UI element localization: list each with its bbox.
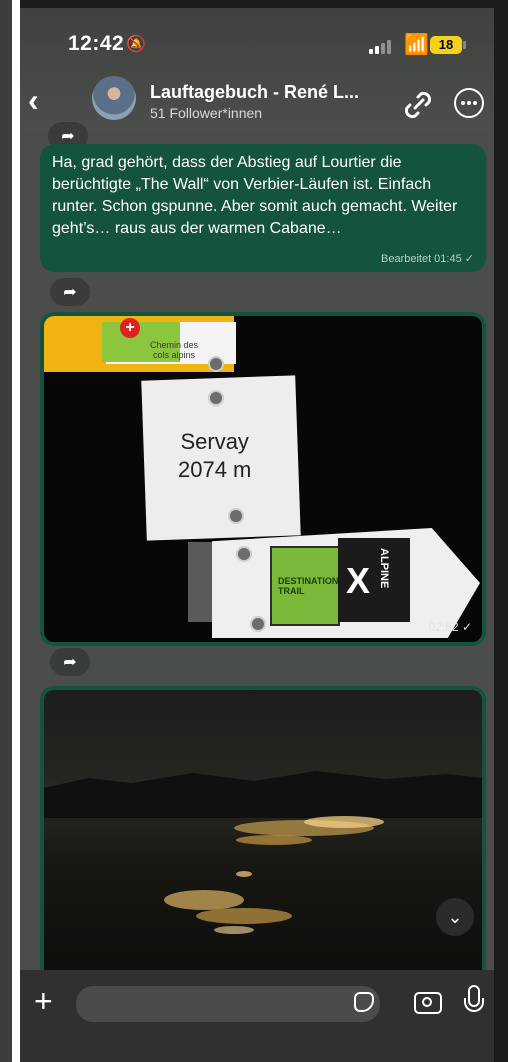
battery-tip [463,41,466,49]
status-time: 12:42 [68,32,125,55]
sign-top-text: Chemin des cols alpins [149,340,199,360]
background-left [0,0,12,1062]
swiss-cross-icon: + [120,318,140,338]
chat-screen: 12:42 🔕 📶 18 ‹ Lauftagebuch - René L... … [20,8,494,1062]
link-icon[interactable] [401,88,435,122]
x-icon: X [346,560,371,601]
share-icon[interactable]: ➦ [50,278,90,306]
message-input[interactable] [76,986,380,1022]
plus-icon[interactable]: + [34,984,53,1018]
app-header: 12:42 🔕 📶 18 ‹ Lauftagebuch - René L... … [20,8,494,132]
follower-count[interactable]: 51 Follower*innen [150,105,262,121]
share-icon[interactable]: ➦ [50,648,90,676]
mic-stand [464,998,484,1012]
signal-icon [369,38,399,54]
bolt [208,390,224,406]
silent-bell-icon: 🔕 [126,36,146,53]
signpost-photo[interactable]: + Chemin des cols alpins Servay 2074 m D… [44,316,482,642]
logo-text: DESTINATION TRAIL [278,576,339,596]
village-lights [164,816,384,934]
message-text: Ha, grad gehört, dass der Abstieg auf Lo… [52,154,458,237]
bolt [228,508,244,524]
destination-trail-logo: DESTINATION TRAIL [270,546,340,626]
back-icon[interactable]: ‹ [28,84,39,116]
sign-line-1: Servay [180,429,249,454]
bolt [236,546,252,562]
sign-line-2: 2074 m [178,457,252,482]
divider [12,0,20,1062]
chevron-down-icon[interactable]: ⌄ [436,898,474,936]
photo-message[interactable]: + Chemin des cols alpins Servay 2074 m D… [40,312,486,646]
message-composer: + [20,970,494,1062]
night-valley-photo[interactable] [44,690,482,990]
message-meta: Bearbeitet 01:45 ✓ [380,253,474,265]
alpine-text: ALPINE [378,548,390,589]
bolt [250,616,266,632]
message-bubble[interactable]: Ha, grad gehört, dass der Abstieg auf Lo… [40,144,486,272]
sign-text: Servay 2074 m [178,428,251,484]
battery-icon: 18 [430,36,462,54]
camera-icon[interactable] [414,992,442,1014]
photo-message[interactable] [40,686,486,994]
bolt [208,356,224,372]
alpine-logo: X ALPINE [338,538,410,622]
photo-timestamp: 02:52 ✓ [428,620,472,634]
wifi-icon: 📶 [404,34,429,56]
ellipsis-icon[interactable] [454,88,484,118]
channel-title[interactable]: Lauftagebuch - René L... [150,82,359,103]
status-bar: 12:42 🔕 📶 18 [20,8,494,68]
avatar[interactable] [92,76,136,120]
message-list: ➦ Ha, grad gehört, dass der Abstieg auf … [20,122,494,994]
